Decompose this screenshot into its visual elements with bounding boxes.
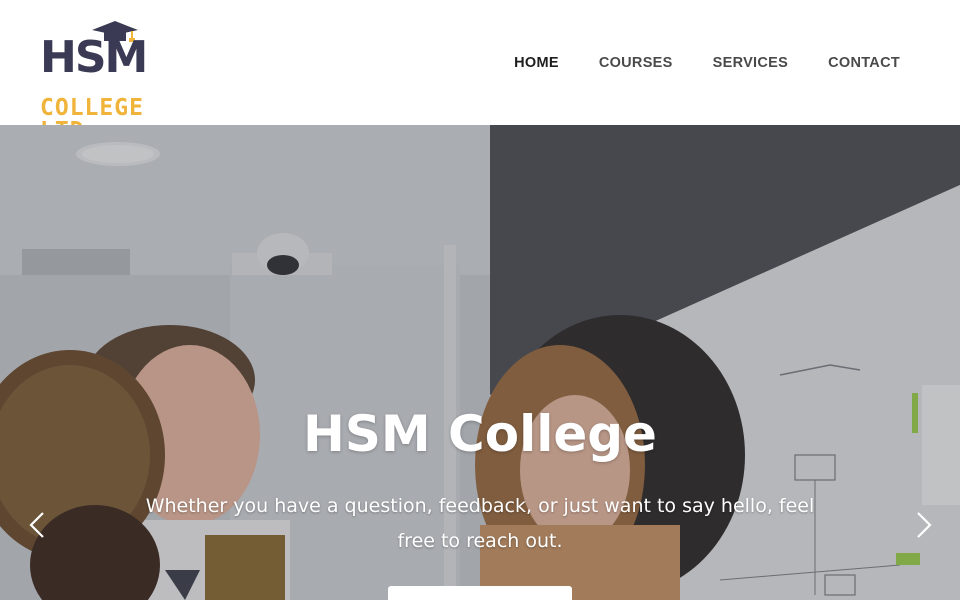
nav-contact[interactable]: CONTACT	[828, 55, 900, 71]
hero-title: HSM College	[303, 405, 657, 463]
chevron-right-icon[interactable]	[911, 510, 935, 540]
hero-description: Whether you have a question, feedback, o…	[145, 495, 815, 552]
hero-slider: HSM College Whether you have a question,…	[0, 125, 960, 600]
logo-main-text: HSM	[40, 31, 148, 83]
chevron-left-icon[interactable]	[26, 510, 50, 540]
nav-home[interactable]: HOME	[514, 55, 559, 71]
nav-courses[interactable]: COURSES	[599, 55, 673, 71]
hero-cta-button[interactable]	[388, 586, 572, 600]
nav-services[interactable]: SERVICES	[713, 55, 788, 71]
logo[interactable]: HSM COLLEGE LTD	[40, 18, 200, 142]
main-nav: HOME COURSES SERVICES CONTACT	[514, 55, 900, 71]
site-header: HSM COLLEGE LTD HOME COURSES SERVICES CO…	[0, 0, 960, 142]
